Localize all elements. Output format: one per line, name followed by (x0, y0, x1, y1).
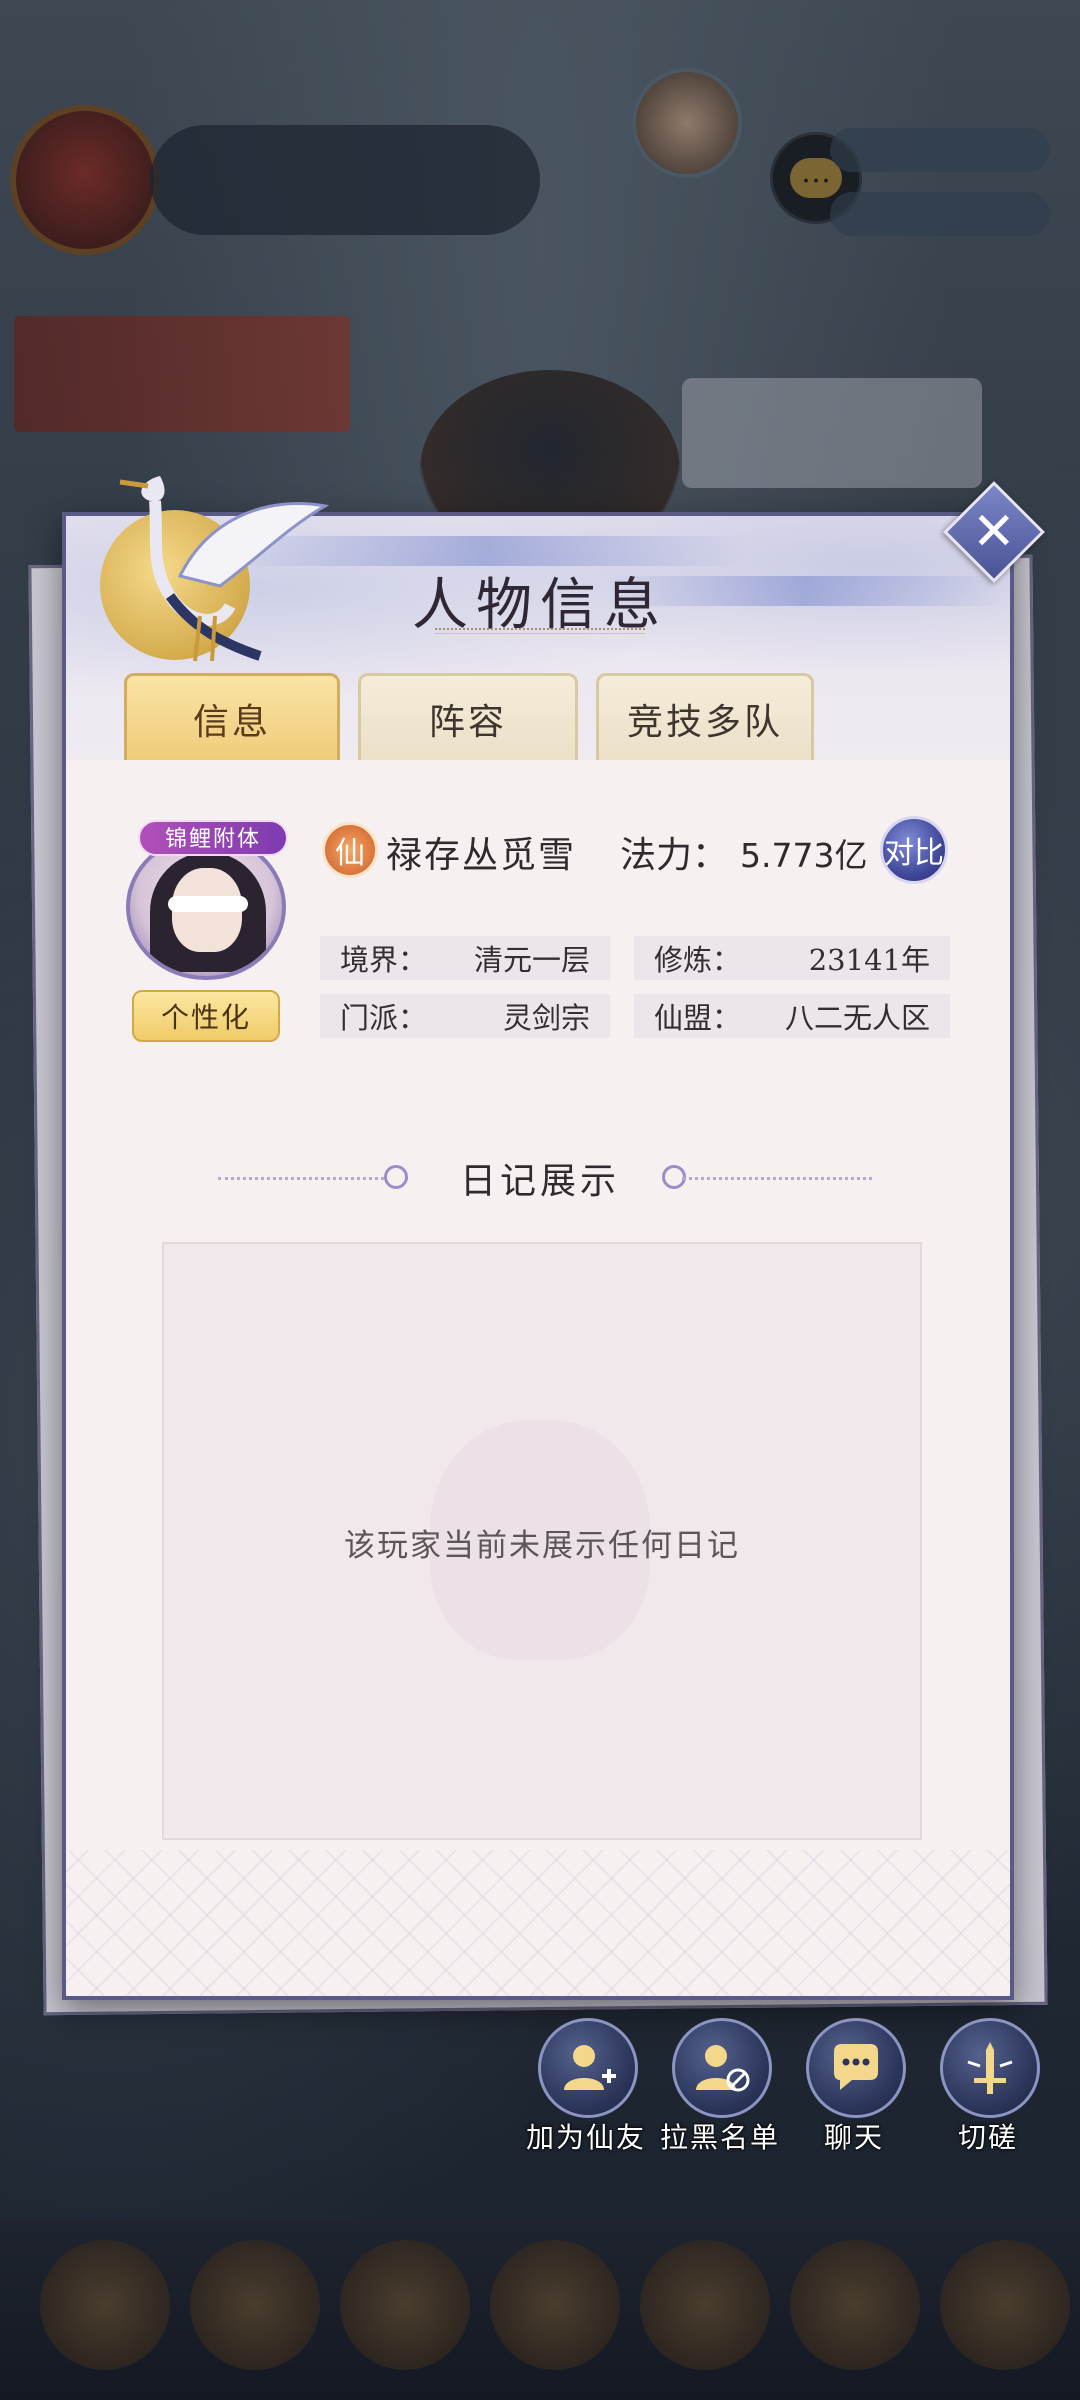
tab-info[interactable]: 信息 (124, 673, 340, 761)
duel-button[interactable]: 切磋 (928, 2018, 1048, 2158)
sword-icon (940, 2018, 1040, 2118)
add-friend-button[interactable]: 加为仙友 (526, 2018, 646, 2158)
stat-label: 修炼： (654, 943, 742, 977)
stat-cultivation: 修炼： 23141年 (634, 936, 950, 980)
heading-ornament-line (682, 1177, 872, 1180)
diary-heading: 日记展示 (459, 1161, 620, 1202)
tab-label: 信息 (192, 701, 271, 743)
immortal-badge-icon: 仙 (322, 822, 378, 878)
tab-lineup[interactable]: 阵容 (358, 673, 578, 761)
action-label: 切磋 (957, 2121, 1018, 2154)
power-label: 法力： (620, 835, 729, 876)
avatar-frame-label: 锦鲤附体 (138, 820, 288, 856)
block-user-icon (672, 2018, 772, 2118)
stat-value: 八二无人区 (784, 1001, 930, 1035)
tab-label: 阵容 (428, 701, 507, 743)
stat-value: 23141年 (808, 943, 930, 977)
tab-arena-teams[interactable]: 竞技多队 (596, 673, 814, 761)
title-ornament (435, 628, 645, 634)
avatar[interactable]: 锦鲤附体 (126, 820, 294, 980)
avatar-blindfold (168, 896, 248, 912)
chat-icon (806, 2018, 906, 2118)
stat-label: 境界： (340, 943, 428, 977)
stat-label: 门派： (340, 1001, 428, 1035)
diary-empty-text: 该玩家当前未展示任何日记 (344, 1528, 740, 1564)
stat-value: 清元一层 (473, 943, 590, 977)
block-user-button[interactable]: 拉黑名单 (660, 2018, 780, 2158)
stat-realm: 境界： 清元一层 (320, 936, 610, 980)
stat-value: 灵剑宗 (502, 1001, 590, 1035)
close-icon: ✕ (972, 501, 1016, 562)
panel-pattern-decoration (66, 1850, 1010, 1996)
add-friend-icon (538, 2018, 638, 2118)
stat-label: 仙盟： (654, 1001, 742, 1035)
compare-button[interactable]: 对比 (880, 816, 948, 884)
personalize-button[interactable]: 个性化 (132, 990, 280, 1042)
tab-label: 竞技多队 (626, 701, 783, 743)
power-value: 5.773亿 (740, 836, 868, 875)
stat-alliance: 仙盟： 八二无人区 (634, 994, 950, 1038)
player-name: 禄存丛觅雪 (386, 835, 577, 876)
stat-sect: 门派： 灵剑宗 (320, 994, 610, 1038)
chat-button[interactable]: 聊天 (794, 2018, 914, 2158)
